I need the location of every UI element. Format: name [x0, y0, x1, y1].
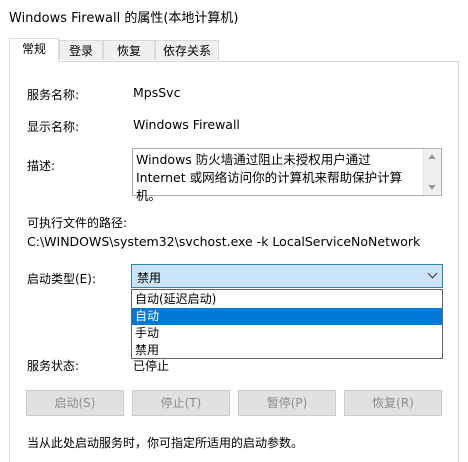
- display-name-label: 显示名称:: [27, 120, 80, 134]
- service-name-label: 服务名称:: [27, 88, 80, 102]
- service-status-label: 服务状态:: [27, 359, 80, 373]
- exe-path-label: 可执行文件的路径:: [27, 216, 128, 230]
- startup-type-label: 启动类型(E):: [27, 272, 96, 286]
- startup-option-disabled[interactable]: 禁用: [132, 342, 442, 359]
- startup-option-manual[interactable]: 手动: [132, 325, 442, 342]
- tab-logon[interactable]: 登录: [59, 40, 103, 60]
- tab-recovery[interactable]: 恢复: [103, 40, 155, 60]
- description-textbox[interactable]: Windows 防火墙通过阻止未授权用户通过 Internet 或网络访问你的计…: [132, 148, 442, 203]
- title-bar: Windows Firewall 的属性(本地计算机): [0, 0, 468, 32]
- display-name-value: Windows Firewall: [133, 117, 240, 132]
- resume-button[interactable]: 恢复(R): [344, 390, 442, 416]
- startup-type-value: 禁用: [137, 271, 162, 285]
- startup-option-auto[interactable]: 自动: [132, 308, 442, 325]
- description-scrollbar[interactable]: [423, 149, 441, 195]
- window-title: Windows Firewall 的属性(本地计算机): [9, 11, 239, 26]
- description-text: Windows 防火墙通过阻止未授权用户通过 Internet 或网络访问你的计…: [136, 152, 403, 203]
- arrow-up-icon[interactable]: [428, 154, 436, 159]
- start-params-hint: 当从此处启动服务时，你可指定所适用的启动参数。: [27, 436, 304, 450]
- startup-option-auto-delayed[interactable]: 自动(延迟启动): [132, 291, 442, 308]
- description-label: 描述:: [27, 159, 56, 173]
- startup-type-dropdown: 自动(延迟启动) 自动 手动 禁用: [131, 289, 443, 359]
- tab-dependencies[interactable]: 依存关系: [155, 40, 219, 60]
- tab-strip: 常规 登录 恢复 依存关系: [0, 38, 468, 62]
- pause-button[interactable]: 暂停(P): [238, 390, 336, 416]
- chevron-down-icon[interactable]: [427, 268, 438, 279]
- arrow-down-icon[interactable]: [428, 185, 436, 190]
- service-name-value: MpsSvc: [133, 85, 181, 100]
- exe-path-value: C:\WINDOWS\system32\svchost.exe -k Local…: [27, 234, 421, 249]
- tab-general[interactable]: 常规: [9, 38, 59, 62]
- stop-button[interactable]: 停止(T): [132, 390, 230, 416]
- service-status-value: 已停止: [133, 359, 170, 373]
- start-button[interactable]: 启动(S): [26, 390, 124, 416]
- startup-type-combobox[interactable]: 禁用: [131, 264, 443, 288]
